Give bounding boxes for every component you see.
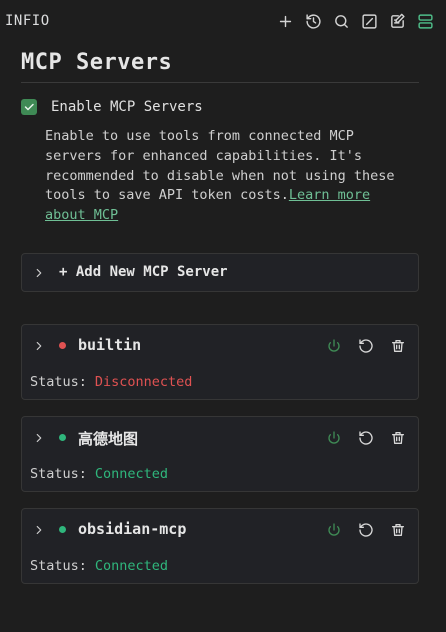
add-server-button[interactable]: + Add New MCP Server: [21, 253, 419, 292]
chevron-right-icon[interactable]: [32, 338, 46, 357]
status-line: Status: Disconnected: [30, 374, 192, 390]
server-actions: [324, 428, 408, 448]
history-icon[interactable]: [302, 10, 324, 32]
status-dot: [59, 526, 66, 533]
divider: [21, 82, 419, 83]
server-icon[interactable]: [414, 10, 436, 32]
status-label: Status:: [30, 558, 87, 574]
server-actions: [324, 520, 408, 540]
chevron-right-icon[interactable]: [32, 522, 46, 541]
server-actions: [324, 336, 408, 356]
trash-icon[interactable]: [388, 520, 408, 540]
status-value: Connected: [94, 466, 169, 482]
power-icon[interactable]: [324, 428, 344, 448]
mcp-description: Enable to use tools from connected MCP s…: [45, 127, 415, 226]
status-label: Status:: [30, 374, 87, 390]
trash-icon[interactable]: [388, 428, 408, 448]
toolbar: [274, 10, 436, 32]
status-label: Status:: [30, 466, 87, 482]
add-server-label: + Add New MCP Server: [59, 264, 228, 280]
server-card[interactable]: obsidian-mcp Status: Connected: [21, 508, 419, 584]
reload-icon[interactable]: [356, 336, 376, 356]
power-icon[interactable]: [324, 520, 344, 540]
notebook-icon[interactable]: [386, 10, 408, 32]
trash-icon[interactable]: [388, 336, 408, 356]
plus-icon[interactable]: [274, 10, 296, 32]
status-line: Status: Connected: [30, 466, 168, 482]
chevron-right-icon[interactable]: [32, 430, 46, 449]
status-value: Connected: [94, 558, 169, 574]
reload-icon[interactable]: [356, 428, 376, 448]
enable-mcp-checkbox[interactable]: [21, 99, 37, 115]
server-card[interactable]: 高德地图 Status: Connected: [21, 416, 419, 492]
enable-mcp-row[interactable]: Enable MCP Servers: [21, 99, 203, 115]
status-dot: [59, 434, 66, 441]
power-icon[interactable]: [324, 336, 344, 356]
status-line: Status: Connected: [30, 558, 168, 574]
top-bar: INFIO: [0, 0, 446, 44]
server-name: obsidian-mcp: [78, 520, 187, 538]
search-icon[interactable]: [330, 10, 352, 32]
app-title: INFIO: [5, 13, 50, 29]
chevron-right-icon: [32, 265, 46, 284]
reload-icon[interactable]: [356, 520, 376, 540]
enable-mcp-label: Enable MCP Servers: [51, 99, 203, 115]
server-name: 高德地图: [78, 430, 139, 448]
page-title: MCP Servers: [21, 50, 173, 75]
server-card[interactable]: builtin Status: Disconnected: [21, 324, 419, 400]
server-name: builtin: [78, 336, 142, 354]
status-dot: [59, 342, 66, 349]
status-value: Disconnected: [94, 374, 193, 390]
edit-square-icon[interactable]: [358, 10, 380, 32]
